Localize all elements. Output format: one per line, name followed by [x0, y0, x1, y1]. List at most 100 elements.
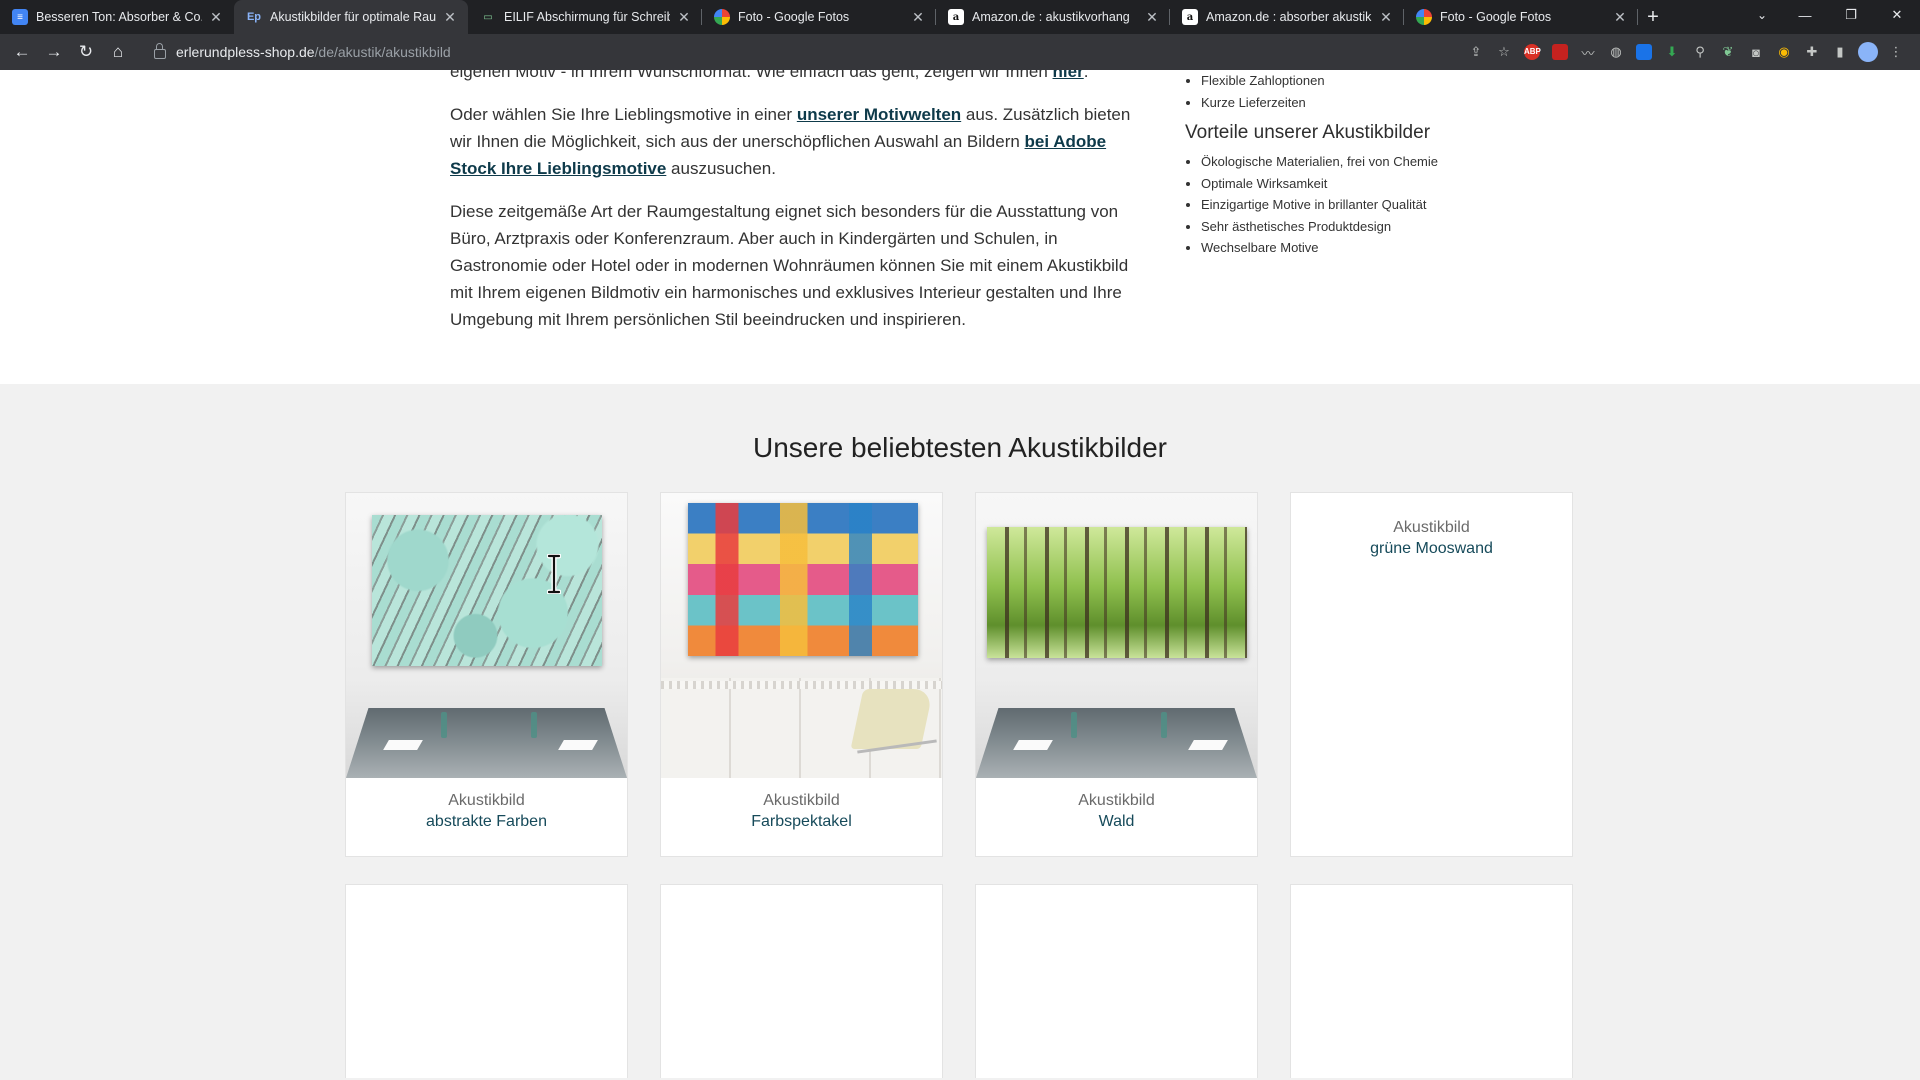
- globe-icon[interactable]: ◍: [1602, 38, 1630, 66]
- product-card-placeholder[interactable]: [660, 884, 943, 1078]
- google-photos-icon: [714, 9, 730, 25]
- paper: [558, 740, 598, 750]
- minimize-icon[interactable]: —: [1782, 0, 1828, 30]
- extensions-area: ⇪ ☆ ABP 〰 ◍ ⬇ ⚲ ❦ ◙ ◉ ✚ ▮ ⋮: [1462, 38, 1910, 66]
- extension-leaf-icon[interactable]: ❦: [1714, 38, 1742, 66]
- list-item: Kurze Lieferzeiten: [1201, 92, 1525, 114]
- close-icon[interactable]: ✕: [676, 9, 692, 26]
- camera-icon[interactable]: ◙: [1742, 38, 1770, 66]
- tab-title: Akustikbilder für optimale Raum: [270, 10, 436, 24]
- download-icon[interactable]: ⬇: [1658, 38, 1686, 66]
- intro-text-span: eigenen Motiv - in Ihrem Wunschformat. W…: [450, 70, 1053, 81]
- browser-tab[interactable]: ▭ EILIF Abschirmung für Schreibtis ✕: [468, 0, 702, 34]
- url-path: /de/akustik/akustikbild: [314, 44, 451, 60]
- google-photos-icon: [1416, 9, 1432, 25]
- close-icon[interactable]: ✕: [442, 9, 458, 26]
- intro-text: eigenen Motiv - in Ihrem Wunschformat. W…: [450, 70, 1150, 349]
- restore-icon[interactable]: ❐: [1828, 0, 1874, 30]
- extension-wave-icon[interactable]: 〰: [1574, 38, 1602, 66]
- product-image[interactable]: [976, 493, 1257, 778]
- menu-dots-icon[interactable]: ⋮: [1882, 38, 1910, 66]
- close-icon[interactable]: ✕: [1612, 9, 1628, 26]
- tab-search-chevron-icon[interactable]: ⌄: [1744, 0, 1780, 30]
- benefits-list: Ökologische Materialien, frei von Chemie…: [1185, 151, 1525, 259]
- product-card[interactable]: Akustikbild grüne Mooswand: [1290, 492, 1573, 857]
- bottle: [441, 712, 447, 738]
- intro-text-span: Oder wählen Sie Ihre Lieblingsmotive in …: [450, 105, 797, 124]
- intro-text-span: .: [1083, 70, 1089, 81]
- paper: [1188, 740, 1228, 750]
- benefits-list-top: Flexible Zahloptionen Kurze Lieferzeiten: [1185, 70, 1525, 113]
- browser-tab[interactable]: a Amazon.de : akustikvorhang ✕: [936, 0, 1170, 34]
- home-icon[interactable]: ⌂: [102, 36, 134, 68]
- product-name: abstrakte Farben: [426, 813, 547, 830]
- browser-tab[interactable]: Foto - Google Fotos ✕: [1404, 0, 1638, 34]
- product-card[interactable]: Akustikbild Wald: [975, 492, 1258, 857]
- product-label[interactable]: Akustikbild Wald: [976, 790, 1257, 832]
- back-arrow-icon[interactable]: ←: [6, 36, 38, 68]
- bottle: [531, 712, 537, 738]
- product-image[interactable]: [661, 493, 942, 778]
- tab-title: Besseren Ton: Absorber & Co. -: [36, 10, 202, 24]
- tab-title: EILIF Abschirmung für Schreibtis: [504, 10, 670, 24]
- profile-avatar-icon[interactable]: [1854, 38, 1882, 66]
- link-motivwelten[interactable]: unserer Motivwelten: [797, 105, 961, 124]
- product-name: Farbspektakel: [751, 813, 852, 830]
- tab-title: Foto - Google Fotos: [738, 10, 850, 24]
- product-image[interactable]: [346, 493, 627, 778]
- share-icon[interactable]: ⇪: [1462, 38, 1490, 66]
- intro-paragraph: Diese zeitgemäße Art der Raumgestaltung …: [450, 202, 1129, 329]
- amazon-icon: a: [1182, 9, 1198, 25]
- tab-title: Amazon.de : akustikvorhang: [972, 10, 1130, 24]
- close-icon[interactable]: ✕: [910, 9, 926, 26]
- product-name: Wald: [1098, 813, 1135, 830]
- window-close-icon[interactable]: ✕: [1874, 0, 1920, 30]
- list-item: Sehr ästhetisches Produktdesign: [1201, 216, 1525, 238]
- side-panel-icon[interactable]: ▮: [1826, 38, 1854, 66]
- paper: [1013, 740, 1053, 750]
- chrome-icon[interactable]: ◉: [1770, 38, 1798, 66]
- product-type: Akustikbild: [1393, 519, 1470, 536]
- browser-tab[interactable]: a Amazon.de : absorber akustik ✕: [1170, 0, 1404, 34]
- link-hier[interactable]: hier: [1053, 70, 1084, 81]
- close-icon[interactable]: ✕: [1378, 9, 1394, 26]
- close-icon[interactable]: ✕: [1144, 9, 1160, 26]
- close-icon[interactable]: ✕: [208, 9, 224, 26]
- tab-title: Amazon.de : absorber akustik: [1206, 10, 1372, 24]
- intro-paragraph: eigenen Motiv - in Ihrem Wunschformat. W…: [450, 70, 1150, 85]
- forward-arrow-icon[interactable]: →: [38, 36, 70, 68]
- lock-icon[interactable]: [154, 43, 166, 59]
- bottle: [1071, 712, 1077, 738]
- bookmark-star-icon[interactable]: ☆: [1490, 38, 1518, 66]
- product-label[interactable]: Akustikbild abstrakte Farben: [346, 790, 627, 832]
- artwork-cracked-paint: [372, 515, 602, 666]
- amazon-icon: a: [948, 9, 964, 25]
- web-page: eigenen Motiv - in Ihrem Wunschformat. W…: [0, 70, 1920, 1078]
- extension-red-icon[interactable]: [1546, 38, 1574, 66]
- wall-rail: [661, 681, 942, 689]
- lounge-chair: [850, 689, 934, 749]
- ep-icon: Ep: [246, 11, 262, 23]
- address-bar[interactable]: erlerundpless-shop.de/de/akustik/akustik…: [142, 38, 1410, 66]
- product-card-placeholder[interactable]: [1290, 884, 1573, 1078]
- browser-tab[interactable]: Foto - Google Fotos ✕: [702, 0, 936, 34]
- product-name: grüne Mooswand: [1370, 540, 1493, 557]
- intro-paragraph: Oder wählen Sie Ihre Lieblingsmotive in …: [450, 101, 1150, 182]
- adblock-icon[interactable]: ABP: [1518, 38, 1546, 66]
- reload-icon[interactable]: ↻: [70, 36, 102, 68]
- product-label[interactable]: Akustikbild Farbspektakel: [661, 790, 942, 832]
- extension-blue-icon[interactable]: [1630, 38, 1658, 66]
- product-label[interactable]: Akustikbild grüne Mooswand: [1291, 517, 1572, 559]
- browser-tab-active[interactable]: Ep Akustikbilder für optimale Raum ✕: [234, 0, 468, 34]
- puzzle-extensions-icon[interactable]: ✚: [1798, 38, 1826, 66]
- bottle: [1161, 712, 1167, 738]
- new-tab-button[interactable]: +: [1638, 0, 1668, 34]
- extension-pin-icon[interactable]: ⚲: [1686, 38, 1714, 66]
- product-type: Akustikbild: [448, 792, 525, 809]
- browser-tab[interactable]: ≡ Besseren Ton: Absorber & Co. - ✕: [0, 0, 234, 34]
- product-card-placeholder[interactable]: [975, 884, 1258, 1078]
- product-card-placeholder[interactable]: [345, 884, 628, 1078]
- product-card[interactable]: Akustikbild abstrakte Farben: [345, 492, 628, 857]
- docs-icon: ≡: [12, 9, 28, 25]
- product-card[interactable]: Akustikbild Farbspektakel: [660, 492, 943, 857]
